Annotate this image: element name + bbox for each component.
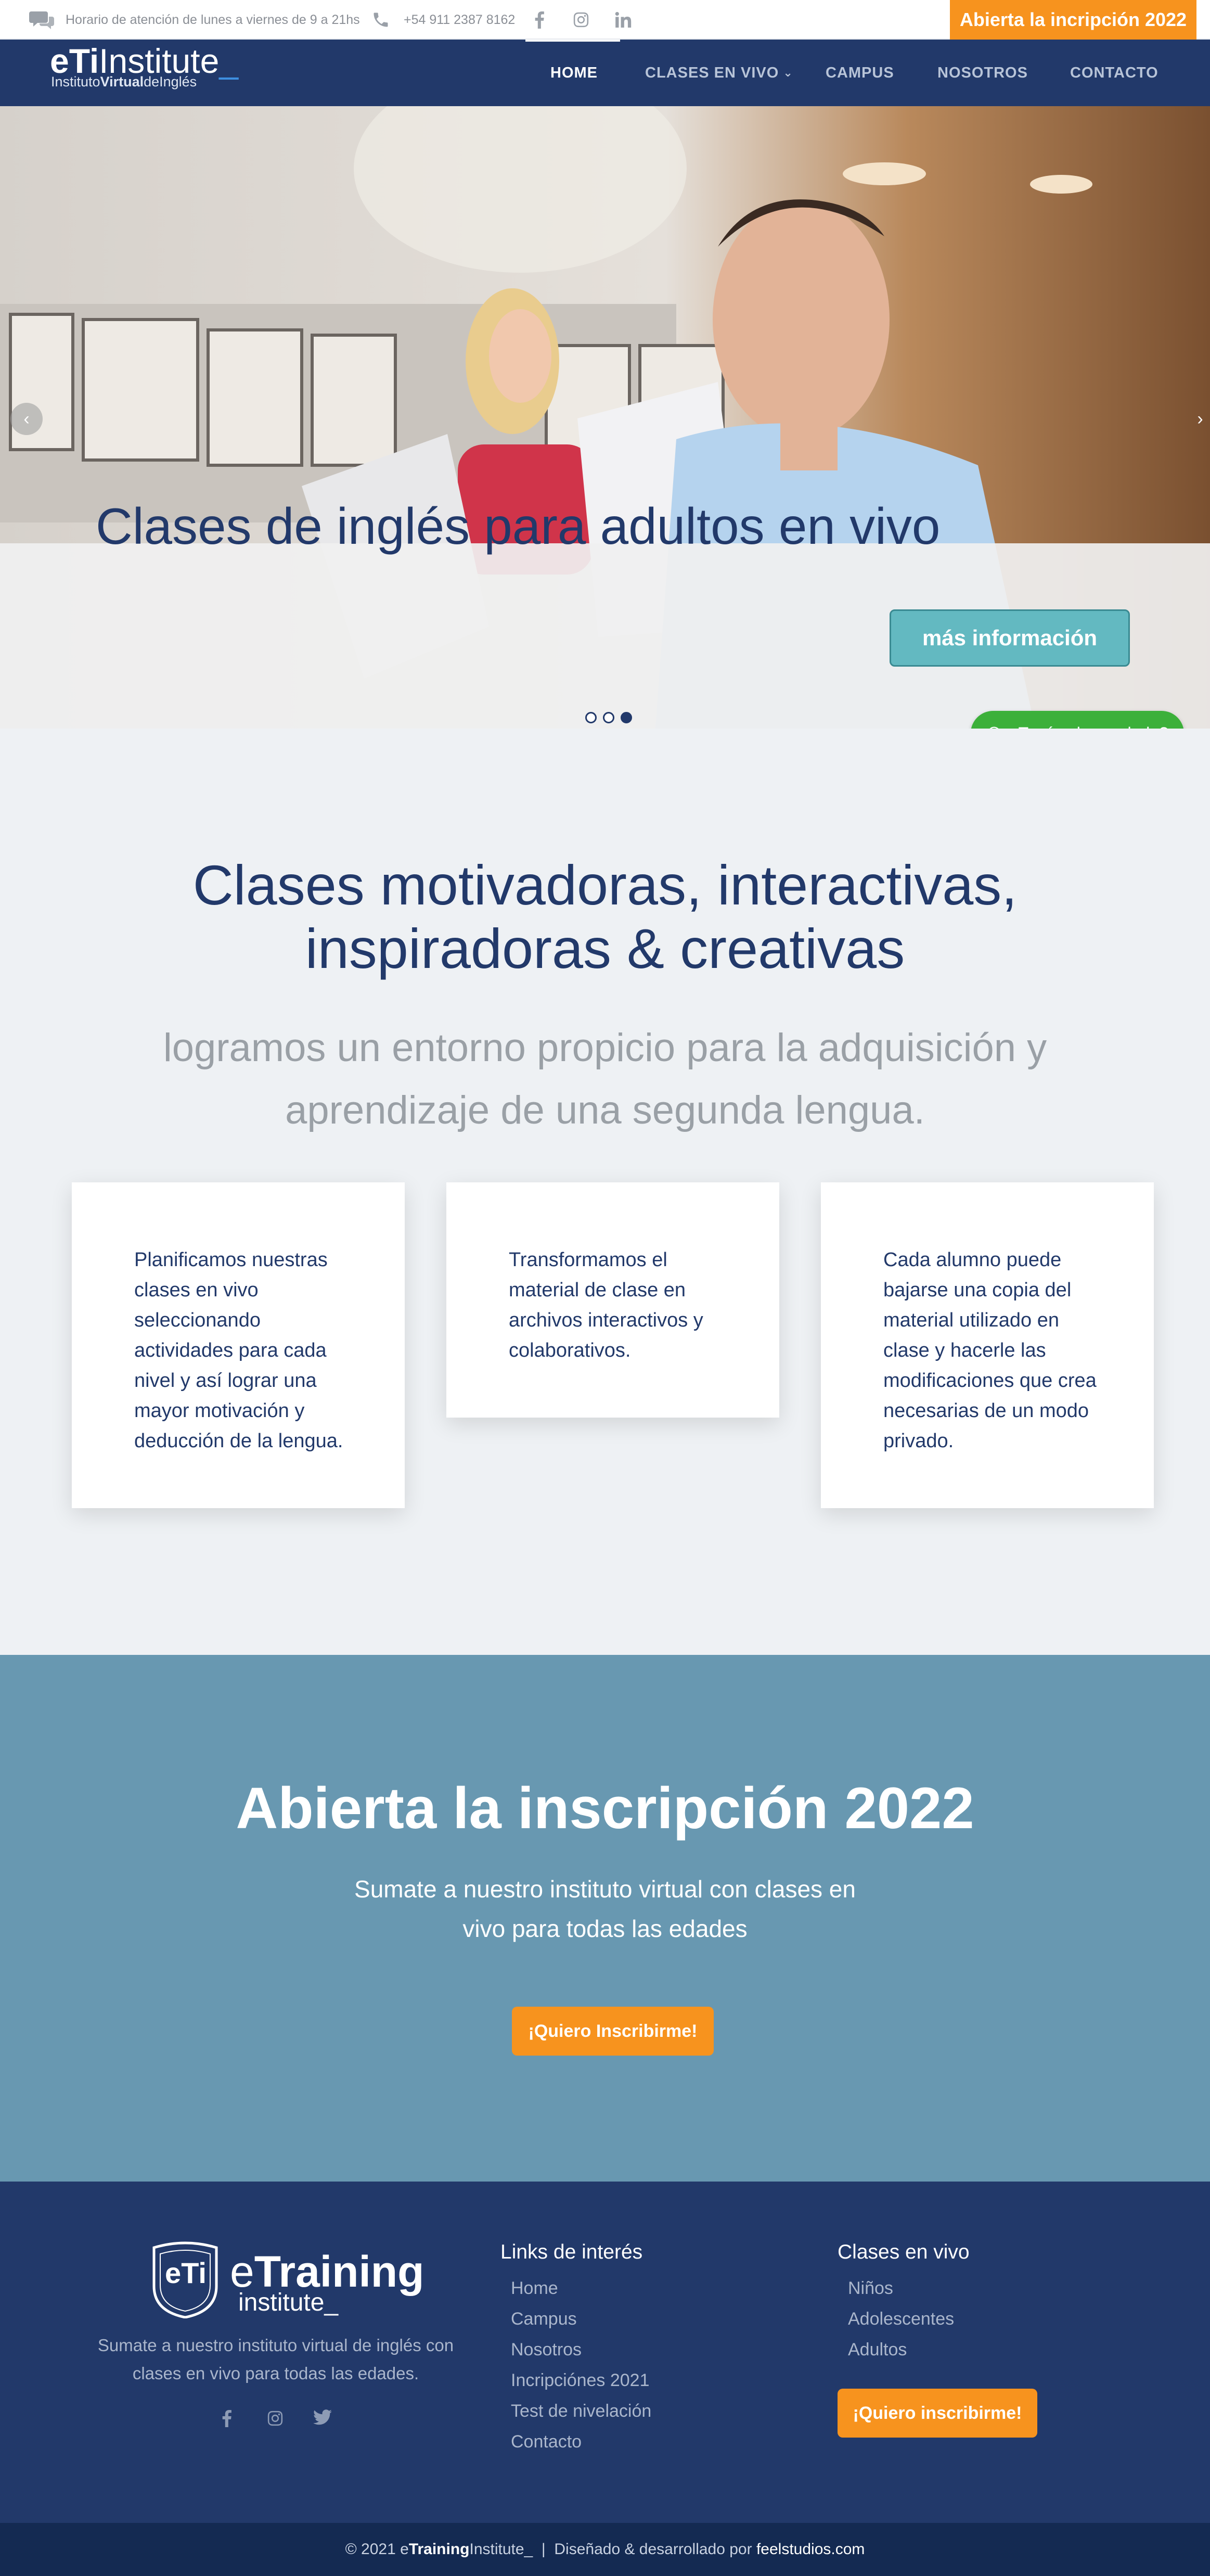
footer-logo-institute: institute_: [238, 2289, 339, 2316]
logo-sub-a: Instituto: [51, 74, 100, 90]
footer-twitter-icon[interactable]: [313, 2409, 332, 2428]
nav-contacto[interactable]: CONTACTO: [1070, 40, 1158, 106]
enrollment-subtitle: Sumate a nuestro instituto virtual con c…: [0, 1869, 1210, 1948]
feature-card-text: Planificamos nuestras clases en vivo sel…: [134, 1249, 343, 1452]
enrollment-subtitle-line2: vivo para todas las edades: [462, 1915, 748, 1942]
nav-nosotros[interactable]: NOSOTROS: [937, 40, 1028, 106]
logo-cursor: _: [219, 42, 239, 80]
office-hours: Horario de atención de lunes a viernes d…: [66, 12, 360, 27]
footer-link-adultos[interactable]: Adultos: [848, 2340, 907, 2360]
enrollment-top-button[interactable]: Abierta la incripción 2022: [950, 0, 1196, 40]
features-title: Clases motivadoras, interactivas, inspir…: [0, 853, 1210, 980]
footer-link-nosotros[interactable]: Nosotros: [511, 2340, 582, 2360]
chevron-down-icon: ⌄: [783, 66, 793, 79]
feature-card-1: Planificamos nuestras clases en vivo sel…: [72, 1182, 405, 1508]
features-title-line1: Clases motivadoras, interactivas,: [192, 853, 1018, 916]
phone-number[interactable]: +54 911 2387 8162: [404, 0, 515, 40]
footer-classes-title: Clases en vivo: [838, 2241, 970, 2263]
feature-card-3: Cada alumno puede bajarse una copia del …: [821, 1182, 1154, 1508]
feature-card-text: Transformamos el material de clase en ar…: [509, 1249, 703, 1361]
enrollment-title: Abierta la inscripción 2022: [236, 1776, 974, 1841]
footer-instagram-icon[interactable]: [266, 2409, 284, 2430]
footer-link-inscripciones[interactable]: Incripciónes 2021: [511, 2370, 650, 2391]
footer-logo[interactable]: eTi eTraining institute_: [149, 2240, 424, 2321]
footer-logo-badge: eTi: [165, 2256, 207, 2289]
features-title-line2: inspiradoras & creativas: [305, 917, 905, 980]
footer-description-line1: Sumate a nuestro instituto virtual de in…: [97, 2336, 454, 2355]
nav-clases-en-vivo[interactable]: CLASES EN VIVO ⌄: [645, 40, 793, 106]
slider-dot-3[interactable]: [621, 712, 632, 723]
feature-card-2: Transformamos el material de clase en ar…: [446, 1182, 779, 1418]
footer-logo-wordmark: eTraining: [230, 2250, 424, 2293]
hero-title: Clases de inglés para adultos en vivo: [96, 498, 941, 555]
instagram-icon[interactable]: [572, 0, 590, 40]
logo-sub-c: deInglés: [144, 74, 197, 90]
copyright-prefix: © 2021 e: [345, 2541, 409, 2558]
footer-description-line2: clases en vivo para todas las edades.: [132, 2364, 419, 2383]
copyright-rest: Institute_ | Diseñado & desarrollado por: [469, 2541, 756, 2558]
copyright-bold: Training: [408, 2541, 470, 2558]
features-subtitle: logramos un entorno propicio para la adq…: [0, 1017, 1210, 1142]
features-subtitle-line1: logramos un entorno propicio para la adq…: [163, 1026, 1047, 1070]
footer-facebook-icon[interactable]: [222, 2409, 232, 2430]
nav-home[interactable]: HOME: [550, 40, 598, 106]
footer-link-campus[interactable]: Campus: [511, 2309, 577, 2329]
nav-clases-label: CLASES EN VIVO: [645, 64, 779, 81]
footer-link-ninos[interactable]: Niños: [848, 2278, 893, 2299]
phone-icon: [371, 0, 390, 40]
site-logo[interactable]: eTiInstitute_ InstitutoVirtualdeInglés: [50, 42, 239, 89]
nav-campus[interactable]: CAMPUS: [826, 40, 894, 106]
chat-icon: [29, 0, 55, 40]
slider-prev-arrow[interactable]: ‹: [10, 403, 43, 435]
logo-sub-b: Virtual: [100, 74, 144, 90]
linkedin-icon[interactable]: [615, 0, 633, 40]
footer-links-title: Links de interés: [500, 2241, 643, 2263]
copyright-bar: © 2021 e Training Institute_ | Diseñado & …: [0, 2523, 1210, 2576]
logo-subtitle: InstitutoVirtualdeInglés: [51, 75, 197, 89]
slider-dot-1[interactable]: [585, 712, 597, 723]
top-bar: Horario de atención de lunes a viernes d…: [0, 0, 1210, 40]
footer-link-contacto[interactable]: Contacto: [511, 2432, 582, 2452]
footer-description: Sumate a nuestro instituto virtual de in…: [78, 2331, 473, 2388]
slider-dot-2[interactable]: [603, 712, 614, 723]
footer-link-home[interactable]: Home: [511, 2278, 558, 2299]
enroll-button[interactable]: ¡Quiero Inscribirme!: [512, 2007, 714, 2056]
features-subtitle-line2: aprendizaje de una segunda lengua.: [285, 1088, 925, 1132]
footer-link-test[interactable]: Test de nivelación: [511, 2401, 651, 2421]
feature-card-text: Cada alumno puede bajarse una copia del …: [883, 1249, 1097, 1452]
footer-link-adolescentes[interactable]: Adolescentes: [848, 2309, 954, 2329]
slider-dots: [585, 712, 632, 723]
more-info-button[interactable]: más información: [890, 609, 1130, 667]
footer-enroll-button[interactable]: ¡Quiero inscribirme!: [838, 2389, 1037, 2438]
studio-link[interactable]: feelstudios.com: [756, 2541, 865, 2558]
facebook-icon[interactable]: [534, 0, 545, 40]
enrollment-subtitle-line1: Sumate a nuestro instituto virtual con c…: [354, 1876, 856, 1903]
